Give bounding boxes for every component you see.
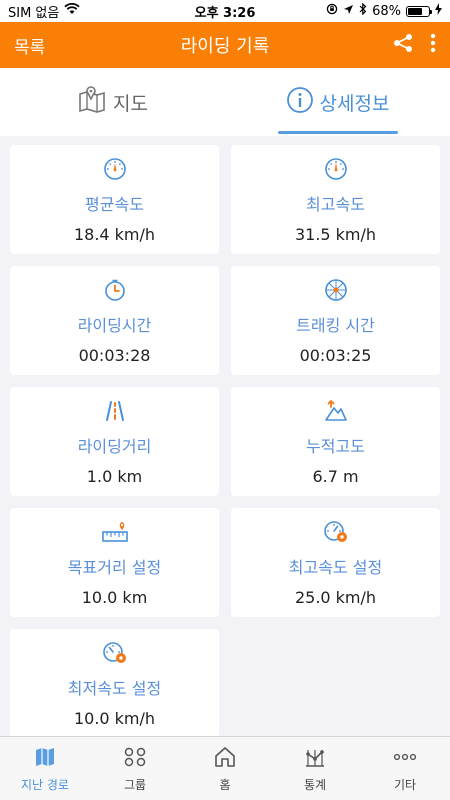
stat-value: 10.0 km (81, 588, 148, 607)
stat-card-riding-time: 라이딩시간 00:03:28 (10, 266, 219, 375)
battery-percent: 68% (372, 3, 401, 19)
more-vertical-icon[interactable] (430, 32, 436, 58)
carrier-text: SIM 없음 (8, 5, 60, 21)
stat-label: 최저속도 설정 (67, 679, 162, 698)
stat-label: 라이딩거리 (77, 437, 152, 456)
bottom-tab-home[interactable]: 홈 (180, 737, 270, 800)
stat-card-tracking-time: 트래킹 시간 00:03:25 (231, 266, 440, 375)
navbar: 목록 라이딩 기록 (0, 22, 450, 68)
bottom-tab-stats[interactable]: 통계 (270, 737, 360, 800)
bottom-tab-label: 홈 (219, 778, 231, 792)
rotation-lock-icon (326, 3, 338, 19)
stat-value: 31.5 km/h (294, 225, 377, 244)
share-icon[interactable] (392, 32, 414, 58)
tab-bar: 지도 상세정보 (0, 68, 450, 136)
home-icon (213, 745, 237, 772)
stat-card-avg-speed: 평균속도 18.4 km/h (10, 145, 219, 254)
mountain-icon (324, 399, 348, 423)
speed-gear-icon (102, 641, 128, 665)
speedometer-max-icon (324, 157, 348, 181)
tab-map-label: 지도 (113, 92, 148, 115)
battery-icon (406, 5, 432, 17)
stat-label: 최고속도 (306, 195, 365, 214)
wheel-icon (324, 278, 348, 302)
back-button[interactable]: 목록 (14, 33, 45, 58)
stat-label: 최고속도 설정 (288, 558, 383, 577)
map-fold-icon (33, 745, 57, 772)
charging-icon (435, 3, 442, 19)
stat-card-elevation: 누적고도 6.7 m (231, 387, 440, 496)
status-left: SIM 없음 (8, 2, 81, 21)
stopwatch-icon (103, 278, 127, 302)
stat-value: 25.0 km/h (294, 588, 377, 607)
speed-gear-icon (323, 520, 349, 544)
wifi-icon (64, 2, 81, 19)
location-arrow-icon (343, 4, 354, 19)
map-icon (77, 85, 107, 120)
status-right: 68% (326, 2, 442, 19)
ruler-pin-icon (101, 520, 128, 544)
bottom-tab-group[interactable]: 그룹 (90, 737, 180, 800)
stat-label: 목표거리 설정 (67, 558, 162, 577)
stat-label: 평균속도 (85, 195, 144, 214)
stat-value: 00:03:25 (299, 346, 372, 365)
stat-value: 10.0 km/h (73, 709, 156, 728)
stat-card-distance: 라이딩거리 1.0 km (10, 387, 219, 496)
tab-active-indicator (277, 131, 398, 134)
stat-value: 00:03:28 (78, 346, 151, 365)
stats-chart-icon (303, 745, 327, 772)
tab-map[interactable]: 지도 (0, 68, 225, 136)
stat-value: 1.0 km (86, 467, 143, 486)
bottom-tab-label: 기타 (393, 778, 417, 792)
bottom-tab-history[interactable]: 지난 경로 (0, 737, 90, 800)
bluetooth-icon (359, 2, 367, 19)
page-title: 라이딩 기록 (180, 36, 270, 57)
stat-card-min-speed-setting: 최저속도 설정 10.0 km/h (10, 629, 219, 738)
tab-details[interactable]: 상세정보 (225, 68, 450, 136)
stats-grid: 평균속도 18.4 km/h 최고속도 31.5 km/h 라이딩시간 00:0… (10, 145, 440, 738)
road-icon (103, 399, 127, 423)
speedometer-icon (103, 157, 127, 181)
stat-card-target-distance: 목표거리 설정 10.0 km (10, 508, 219, 617)
bottom-tab-bar: 지난 경로 그룹 홈 통계 기타 (0, 736, 450, 800)
group-icon (122, 745, 148, 772)
bottom-tab-label: 지난 경로 (21, 778, 69, 792)
bottom-tab-label: 통계 (303, 778, 327, 792)
stat-value: 6.7 m (312, 467, 359, 486)
stat-label: 트래킹 시간 (296, 316, 375, 335)
stat-label: 라이딩시간 (77, 316, 152, 335)
stat-label: 누적고도 (306, 437, 365, 456)
nav-actions (392, 32, 436, 58)
tab-details-label: 상세정보 (319, 92, 390, 115)
stat-card-max-speed: 최고속도 31.5 km/h (231, 145, 440, 254)
info-icon (286, 86, 314, 119)
bottom-tab-more[interactable]: 기타 (360, 737, 450, 800)
stat-value: 18.4 km/h (73, 225, 156, 244)
status-bar: SIM 없음 오후 3:26 68% (0, 0, 450, 22)
more-horizontal-icon (392, 745, 418, 772)
bottom-tab-label: 그룹 (123, 778, 147, 792)
stat-card-max-speed-setting: 최고속도 설정 25.0 km/h (231, 508, 440, 617)
